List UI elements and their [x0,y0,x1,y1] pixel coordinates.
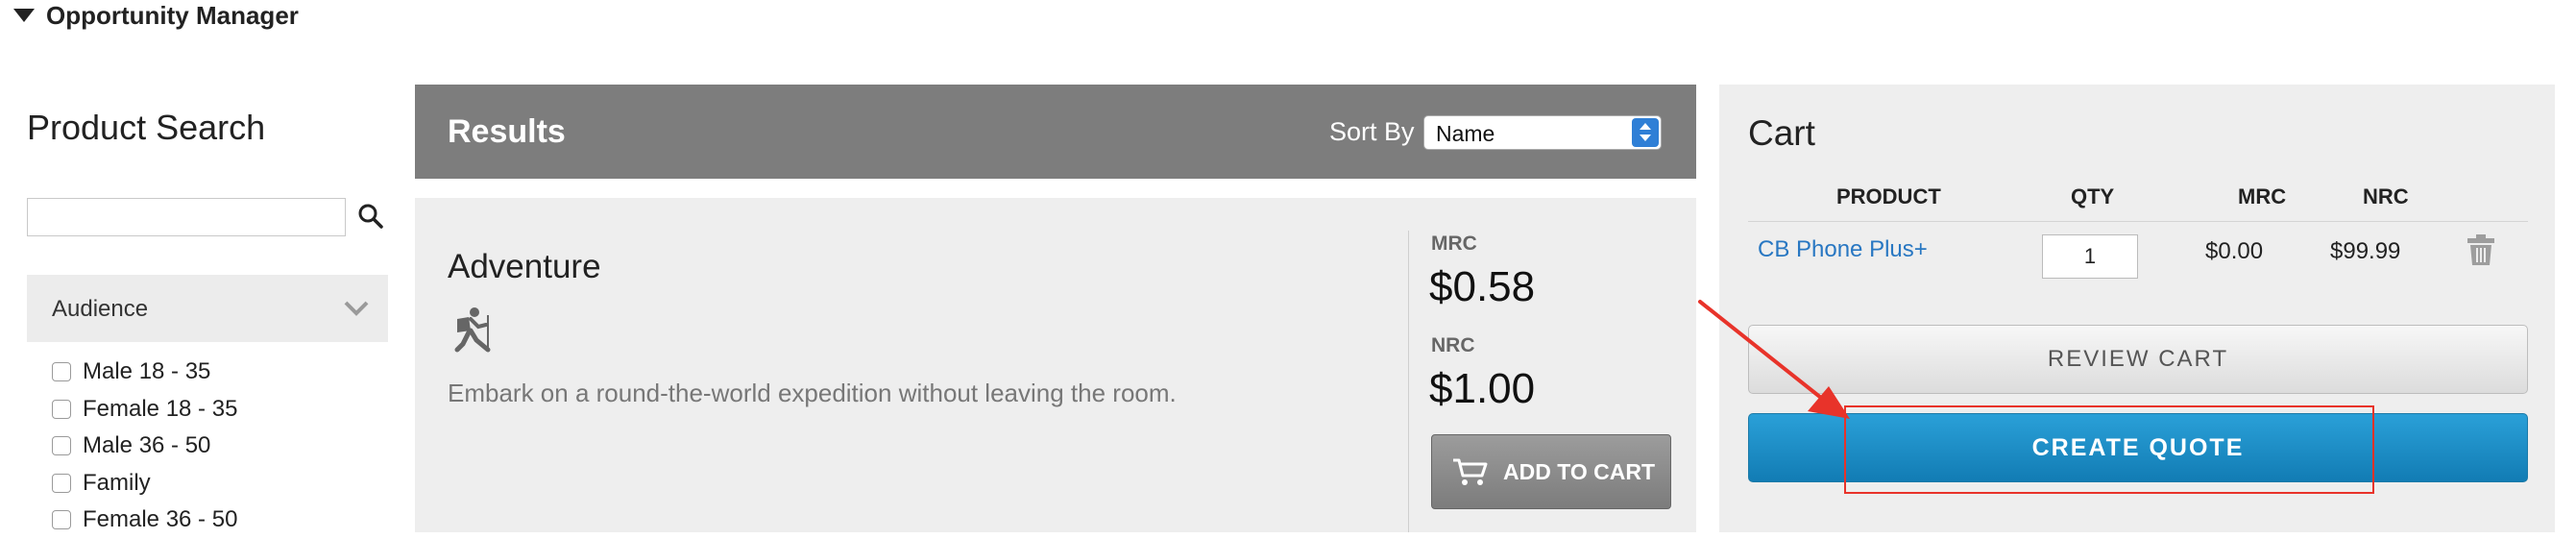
audience-option[interactable]: Female 36 - 50 [52,502,237,539]
audience-option-label: Female 18 - 35 [83,395,238,422]
cart-icon [1453,458,1488,485]
cart-item-mrc: $0.00 [2205,238,2264,264]
audience-option-label: Male 18 - 35 [83,358,211,385]
audience-option[interactable]: Female 18 - 35 [52,391,237,429]
checkbox[interactable] [52,510,71,530]
cart-header-product: PRODUCT [1836,184,1941,208]
cart-item-qty-input[interactable]: 1 [2042,234,2138,279]
divider [1748,221,2528,222]
mrc-price: $0.58 [1429,263,1536,310]
product-card: Adventure Embark on a round-the-world ex… [415,198,1696,532]
opportunity-manager-toggle[interactable]: Opportunity Manager [13,0,299,31]
audience-option-label: Male 36 - 50 [83,432,211,459]
add-to-cart-button[interactable]: ADD TO CART [1431,434,1671,509]
audience-options: Male 18 - 35 Female 18 - 35 Male 36 - 50… [52,354,237,539]
search-icon[interactable] [356,202,385,231]
highlight-box [1844,405,2374,494]
checkbox[interactable] [52,362,71,382]
cart-item-product-link[interactable]: CB Phone Plus+ [1758,236,1928,263]
mrc-label: MRC [1431,233,1477,255]
caret-down-icon [13,9,35,22]
audience-option-label: Female 36 - 50 [83,506,238,533]
trash-icon[interactable] [2465,233,2497,267]
review-cart-button[interactable]: REVIEW CART [1748,325,2528,394]
opportunity-manager-title: Opportunity Manager [46,0,299,30]
sort-by-label: Sort By [1329,117,1415,146]
sort-select-value: Name [1436,121,1495,146]
product-search-title: Product Search [27,108,266,147]
audience-option[interactable]: Family [52,465,237,502]
checkbox[interactable] [52,399,71,419]
cart-header-mrc: MRC [2238,184,2287,208]
product-name: Adventure [448,248,601,285]
audience-option[interactable]: Male 36 - 50 [52,428,237,465]
hiker-icon [454,307,491,353]
sort-select[interactable]: Name [1423,115,1662,150]
audience-option[interactable]: Male 18 - 35 [52,354,237,391]
cart-item-nrc: $99.99 [2330,238,2401,264]
audience-label: Audience [52,296,149,322]
add-to-cart-label: ADD TO CART [1503,458,1656,484]
divider [1408,231,1409,532]
results-title: Results [448,113,566,150]
checkbox[interactable] [52,436,71,456]
product-description: Embark on a round-the-world expedition w… [448,379,1177,407]
cart-header-nrc: NRC [2363,184,2409,208]
chevron-down-icon [344,301,369,316]
product-search-input[interactable] [27,198,346,236]
nrc-label: NRC [1431,334,1475,356]
select-arrows-icon [1632,118,1659,147]
nrc-price: $1.00 [1429,365,1536,412]
audience-filter-header[interactable]: Audience [27,275,388,342]
results-header: Results Sort By Name [415,85,1696,179]
pointer-arrow-icon [1698,300,1850,419]
audience-option-label: Family [83,469,151,496]
checkbox[interactable] [52,473,71,493]
cart-header-qty: QTY [2071,184,2115,208]
cart-title: Cart [1748,113,1815,153]
